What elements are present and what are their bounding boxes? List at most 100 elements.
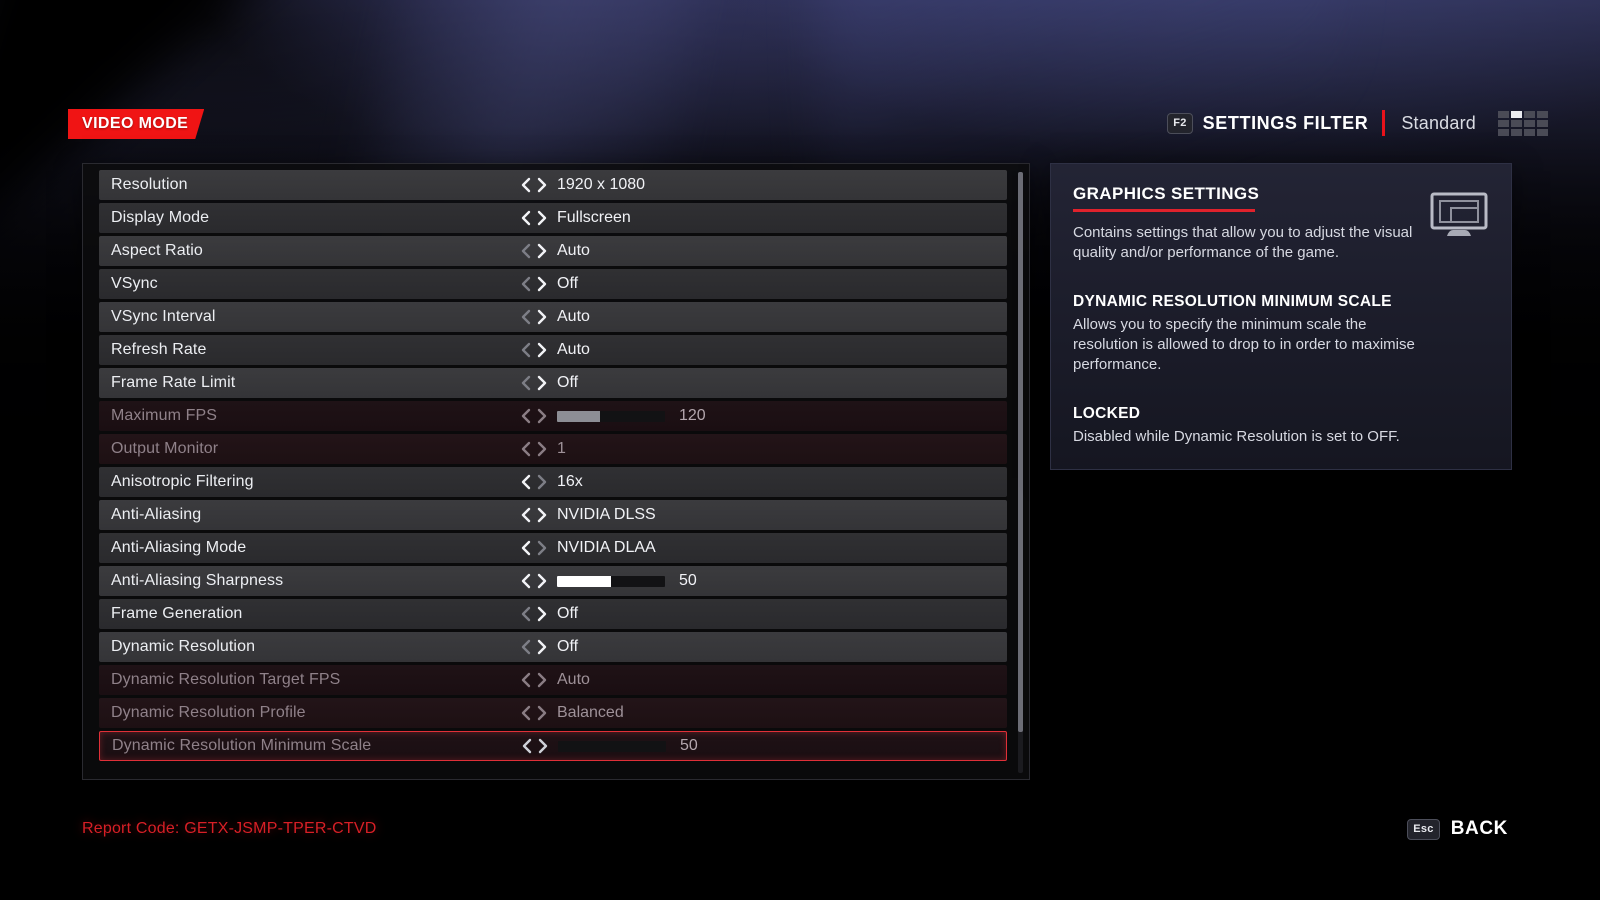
slider-track[interactable] (557, 410, 665, 422)
chevron-right-icon[interactable] (536, 408, 547, 424)
chevron-right-icon[interactable] (536, 441, 547, 457)
chevron-left-icon[interactable] (521, 639, 532, 655)
chevron-right-icon[interactable] (536, 606, 547, 622)
chevron-right-icon[interactable] (536, 309, 547, 325)
chevron-right-icon[interactable] (536, 210, 547, 226)
setting-row-control[interactable]: 1 (521, 440, 997, 458)
value-stepper[interactable] (521, 705, 547, 721)
chevron-left-icon[interactable] (521, 375, 532, 391)
chevron-right-icon[interactable] (536, 474, 547, 490)
value-stepper[interactable] (521, 243, 547, 259)
setting-row[interactable]: Dynamic Resolution Profile Balanced (99, 698, 1007, 728)
setting-row-control[interactable]: Off (521, 374, 997, 392)
setting-row[interactable]: Dynamic Resolution Target FPS Auto (99, 665, 1007, 695)
settings-scrollbar[interactable] (1018, 172, 1023, 773)
setting-row-control[interactable]: 120 (521, 407, 997, 425)
setting-row[interactable]: Anti-Aliasing Mode NVIDIA DLAA (99, 533, 1007, 563)
chevron-right-icon[interactable] (536, 243, 547, 259)
chevron-left-icon[interactable] (521, 573, 532, 589)
setting-row-control[interactable]: Auto (521, 671, 997, 689)
slider-track[interactable] (557, 575, 665, 587)
chevron-right-icon[interactable] (536, 177, 547, 193)
chevron-left-icon[interactable] (521, 540, 532, 556)
value-stepper[interactable] (521, 309, 547, 325)
value-stepper[interactable] (521, 177, 547, 193)
setting-row-control[interactable]: Off (521, 605, 997, 623)
setting-row[interactable]: Frame Rate Limit Off (99, 368, 1007, 398)
setting-slider[interactable]: 50 (558, 737, 716, 755)
value-stepper[interactable] (521, 210, 547, 226)
chevron-right-icon[interactable] (536, 705, 547, 721)
setting-row-control[interactable]: Auto (521, 341, 997, 359)
setting-row[interactable]: Output Monitor 1 (99, 434, 1007, 464)
setting-row[interactable]: Maximum FPS 120 (99, 401, 1007, 431)
setting-row[interactable]: Dynamic Resolution Off (99, 632, 1007, 662)
setting-row[interactable]: Anisotropic Filtering 16x (99, 467, 1007, 497)
chevron-left-icon[interactable] (521, 210, 532, 226)
setting-row[interactable]: Resolution 1920 x 1080 (99, 170, 1007, 200)
setting-slider[interactable]: 120 (557, 407, 715, 425)
chevron-left-icon[interactable] (521, 507, 532, 523)
chevron-left-icon[interactable] (521, 243, 532, 259)
setting-row[interactable]: Frame Generation Off (99, 599, 1007, 629)
value-stepper[interactable] (521, 672, 547, 688)
chevron-left-icon[interactable] (521, 276, 532, 292)
chevron-left-icon[interactable] (521, 705, 532, 721)
chevron-left-icon[interactable] (521, 474, 532, 490)
chevron-left-icon[interactable] (521, 309, 532, 325)
chevron-right-icon[interactable] (536, 639, 547, 655)
chevron-right-icon[interactable] (536, 507, 547, 523)
back-button[interactable]: Esc BACK (1407, 818, 1508, 840)
slider-track[interactable] (558, 740, 666, 752)
chevron-right-icon[interactable] (536, 573, 547, 589)
chevron-right-icon[interactable] (536, 342, 547, 358)
setting-row[interactable]: Dynamic Resolution Minimum Scale 50 (99, 731, 1007, 761)
chevron-left-icon[interactable] (521, 441, 532, 457)
chevron-right-icon[interactable] (536, 672, 547, 688)
value-stepper[interactable] (521, 540, 547, 556)
setting-row[interactable]: Anti-Aliasing Sharpness 50 (99, 566, 1007, 596)
chevron-right-icon[interactable] (536, 375, 547, 391)
setting-row[interactable]: VSync Off (99, 269, 1007, 299)
chevron-right-icon[interactable] (536, 276, 547, 292)
value-stepper[interactable] (521, 606, 547, 622)
value-stepper[interactable] (521, 342, 547, 358)
setting-row-control[interactable]: 50 (522, 737, 996, 755)
settings-scrollbar-thumb[interactable] (1018, 172, 1023, 732)
setting-row[interactable]: Display Mode Fullscreen (99, 203, 1007, 233)
value-stepper[interactable] (521, 507, 547, 523)
value-stepper[interactable] (522, 738, 548, 754)
value-stepper[interactable] (521, 441, 547, 457)
value-stepper[interactable] (521, 408, 547, 424)
chevron-right-icon[interactable] (537, 738, 548, 754)
setting-row-control[interactable]: Balanced (521, 704, 997, 722)
chevron-left-icon[interactable] (521, 672, 532, 688)
value-stepper[interactable] (521, 276, 547, 292)
setting-row-control[interactable]: Fullscreen (521, 209, 997, 227)
tab-video-mode[interactable]: VIDEO MODE (68, 109, 204, 139)
value-stepper[interactable] (521, 573, 547, 589)
setting-row-control[interactable]: Off (521, 638, 997, 656)
setting-row[interactable]: VSync Interval Auto (99, 302, 1007, 332)
chevron-right-icon[interactable] (536, 540, 547, 556)
setting-slider[interactable]: 50 (557, 572, 715, 590)
setting-row[interactable]: Anti-Aliasing NVIDIA DLSS (99, 500, 1007, 530)
value-stepper[interactable] (521, 375, 547, 391)
setting-row-control[interactable]: Off (521, 275, 997, 293)
settings-filter-bar[interactable]: F2 SETTINGS FILTER Standard (1167, 106, 1548, 140)
chevron-left-icon[interactable] (521, 177, 532, 193)
chevron-left-icon[interactable] (522, 738, 533, 754)
chevron-left-icon[interactable] (521, 342, 532, 358)
chevron-left-icon[interactable] (521, 408, 532, 424)
setting-row-control[interactable]: Auto (521, 308, 997, 326)
value-stepper[interactable] (521, 474, 547, 490)
value-stepper[interactable] (521, 639, 547, 655)
setting-row-control[interactable]: 16x (521, 473, 997, 491)
setting-row-control[interactable]: NVIDIA DLAA (521, 539, 997, 557)
setting-row-control[interactable]: 1920 x 1080 (521, 176, 997, 194)
setting-row-control[interactable]: 50 (521, 572, 997, 590)
setting-row-control[interactable]: Auto (521, 242, 997, 260)
chevron-left-icon[interactable] (521, 606, 532, 622)
setting-row[interactable]: Refresh Rate Auto (99, 335, 1007, 365)
setting-row-control[interactable]: NVIDIA DLSS (521, 506, 997, 524)
